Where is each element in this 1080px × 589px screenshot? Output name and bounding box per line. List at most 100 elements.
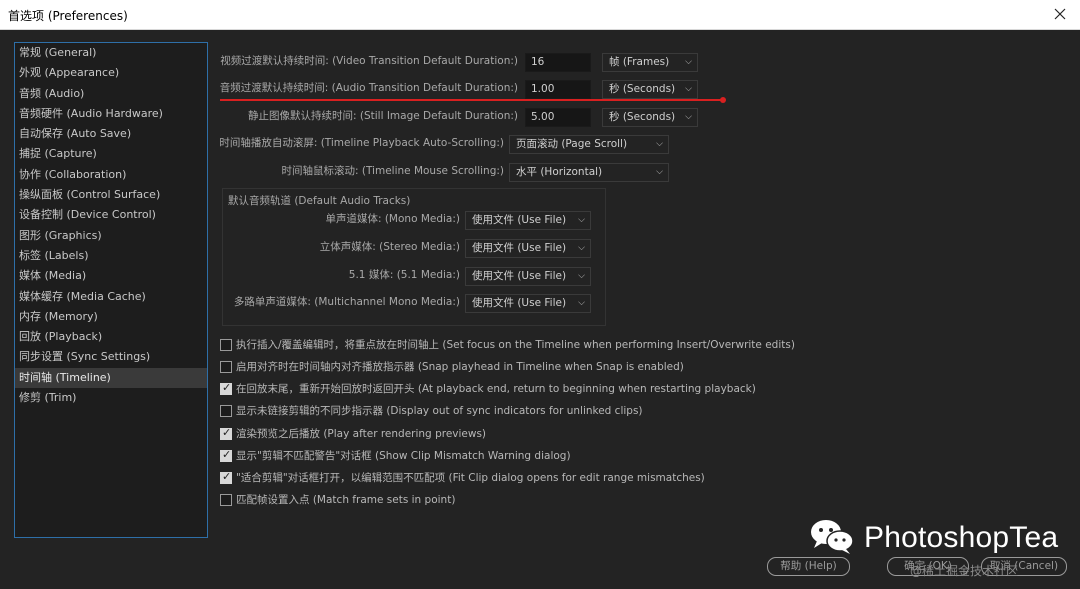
checkbox-label: 匹配帧设置入点 (Match frame sets in point) (236, 494, 456, 506)
checkbox-checked-icon[interactable] (220, 426, 232, 440)
checkbox-label: "适合剪辑"对话框打开，以编辑范围不匹配项 (Fit Clip dialog o… (236, 472, 705, 484)
mono-media-label: 单声道媒体: (Mono Media:) (325, 213, 460, 225)
video-transition-input[interactable]: 16 (525, 53, 591, 72)
chevron-down-icon: ⌵ (685, 57, 692, 67)
watermark-brand: PhotoshopTea (864, 520, 1059, 554)
video-transition-unit-value: 帧 (Frames) (609, 56, 670, 68)
mono-media-value: 使用文件 (Use File) (472, 214, 567, 226)
audio-transition-unit-select[interactable]: 秒 (Seconds) ⌵ (602, 80, 698, 99)
audio-transition-unit-value: 秒 (Seconds) (609, 83, 676, 95)
auto-scrolling-label: 时间轴播放自动滚屏: (Timeline Playback Auto-Scrol… (219, 137, 504, 149)
multichannel-mono-label: 多路单声道媒体: (Multichannel Mono Media:) (233, 296, 460, 308)
checkbox-checked-icon[interactable] (220, 470, 232, 484)
title-bar: 首选项 (Preferences) (0, 0, 1080, 30)
sidebar-item-control-surface[interactable]: 操纵面板 (Control Surface) (15, 185, 207, 205)
watermark-sub: @稀土掘金技术社区 (910, 564, 1019, 578)
wechat-icon (808, 516, 856, 559)
chevron-down-icon: ⌵ (685, 84, 692, 94)
surround-media-select[interactable]: 使用文件 (Use File) ⌵ (465, 267, 591, 286)
checkbox-focus-timeline[interactable]: 执行插入/覆盖编辑时，将重点放在时间轴上 (Set focus on the T… (220, 337, 795, 352)
sidebar-item-auto-save[interactable]: 自动保存 (Auto Save) (15, 124, 207, 144)
checkbox-label: 渲染预览之后播放 (Play after rendering previews) (236, 428, 487, 440)
sidebar-item-labels[interactable]: 标签 (Labels) (15, 246, 207, 266)
sidebar-item-memory[interactable]: 内存 (Memory) (15, 307, 207, 327)
auto-scrolling-value: 页面滚动 (Page Scroll) (516, 138, 628, 150)
multichannel-mono-select[interactable]: 使用文件 (Use File) ⌵ (465, 294, 591, 313)
stereo-media-select[interactable]: 使用文件 (Use File) ⌵ (465, 239, 591, 258)
audio-track-row: 5.1 媒体: (5.1 Media:) (222, 267, 460, 282)
audio-transition-input[interactable]: 1.00 (525, 80, 591, 99)
checkbox-icon[interactable] (220, 360, 232, 373)
chevron-down-icon: ⌵ (578, 243, 585, 253)
mouse-scrolling-select[interactable]: 水平 (Horizontal) ⌵ (509, 163, 669, 182)
stereo-media-label: 立体声媒体: (Stereo Media:) (319, 241, 460, 253)
checkbox-label: 执行插入/覆盖编辑时，将重点放在时间轴上 (Set focus on the T… (236, 339, 795, 351)
checkbox-icon[interactable] (220, 493, 232, 506)
window-title: 首选项 (Preferences) (8, 9, 128, 23)
sidebar-item-trim[interactable]: 修剪 (Trim) (15, 388, 207, 408)
video-transition-row: 视频过渡默认持续时间: (Video Transition Default Du… (218, 53, 518, 68)
sidebar-item-audio-hardware[interactable]: 音频硬件 (Audio Hardware) (15, 104, 207, 124)
checkbox-match-frame[interactable]: 匹配帧设置入点 (Match frame sets in point) (220, 492, 455, 507)
sidebar-item-device-control[interactable]: 设备控制 (Device Control) (15, 205, 207, 225)
sidebar-item-collaboration[interactable]: 协作 (Collaboration) (15, 165, 207, 185)
mouse-scrolling-value: 水平 (Horizontal) (516, 166, 603, 178)
video-transition-unit-select[interactable]: 帧 (Frames) ⌵ (602, 53, 698, 72)
still-image-unit-select[interactable]: 秒 (Seconds) ⌵ (602, 108, 698, 127)
checkbox-snap-playhead[interactable]: 启用对齐时在时间轴内对齐播放指示器 (Snap playhead in Time… (220, 359, 684, 374)
help-button[interactable]: 帮助 (Help) (767, 557, 850, 576)
checkbox-clip-mismatch[interactable]: 显示"剪辑不匹配警告"对话框 (Show Clip Mismatch Warni… (220, 448, 571, 463)
checkbox-checked-icon[interactable] (220, 448, 232, 462)
surround-media-value: 使用文件 (Use File) (472, 270, 567, 282)
sidebar-item-audio[interactable]: 音频 (Audio) (15, 84, 207, 104)
still-image-input[interactable]: 5.00 (525, 108, 591, 127)
audio-track-row: 单声道媒体: (Mono Media:) (222, 211, 460, 226)
chevron-down-icon: ⌵ (685, 112, 692, 122)
checkbox-out-of-sync[interactable]: 显示未链接剪辑的不同步指示器 (Display out of sync indi… (220, 403, 643, 418)
still-image-label: 静止图像默认持续时间: (Still Image Default Duratio… (247, 110, 518, 122)
preferences-category-list: 常规 (General) 外观 (Appearance) 音频 (Audio) … (14, 42, 208, 538)
mono-media-select[interactable]: 使用文件 (Use File) ⌵ (465, 211, 591, 230)
checkbox-label: 显示未链接剪辑的不同步指示器 (Display out of sync indi… (236, 405, 643, 417)
sidebar-item-timeline[interactable]: 时间轴 (Timeline) (15, 367, 207, 389)
sidebar-item-media-cache[interactable]: 媒体缓存 (Media Cache) (15, 287, 207, 307)
sidebar-item-graphics[interactable]: 图形 (Graphics) (15, 226, 207, 246)
sidebar-item-capture[interactable]: 捕捉 (Capture) (15, 144, 207, 164)
sidebar-item-media[interactable]: 媒体 (Media) (15, 266, 207, 286)
surround-media-label: 5.1 媒体: (5.1 Media:) (348, 269, 460, 281)
checkbox-checked-icon[interactable] (220, 381, 232, 395)
still-image-row: 静止图像默认持续时间: (Still Image Default Duratio… (218, 108, 518, 123)
checkbox-return-to-beginning[interactable]: 在回放末尾，重新开始回放时返回开头 (At playback end, retu… (220, 381, 756, 396)
sidebar-item-playback[interactable]: 回放 (Playback) (15, 327, 207, 347)
stereo-media-value: 使用文件 (Use File) (472, 242, 567, 254)
sidebar-item-general[interactable]: 常规 (General) (15, 43, 207, 63)
checkbox-fit-clip[interactable]: "适合剪辑"对话框打开，以编辑范围不匹配项 (Fit Clip dialog o… (220, 470, 705, 485)
close-icon[interactable] (1050, 4, 1070, 24)
auto-scrolling-row: 时间轴播放自动滚屏: (Timeline Playback Auto-Scrol… (218, 135, 504, 150)
video-transition-label: 视频过渡默认持续时间: (Video Transition Default Du… (220, 55, 518, 67)
watermark: PhotoshopTea (808, 516, 1058, 559)
checkbox-label: 显示"剪辑不匹配警告"对话框 (Show Clip Mismatch Warni… (236, 450, 571, 462)
checkbox-icon[interactable] (220, 338, 232, 351)
sidebar-item-appearance[interactable]: 外观 (Appearance) (15, 63, 207, 83)
still-image-unit-value: 秒 (Seconds) (609, 111, 676, 123)
chevron-down-icon: ⌵ (656, 139, 663, 149)
auto-scrolling-select[interactable]: 页面滚动 (Page Scroll) ⌵ (509, 135, 669, 154)
mouse-scrolling-row: 时间轴鼠标滚动: (Timeline Mouse Scrolling:) (218, 163, 504, 178)
checkbox-play-after-render[interactable]: 渲染预览之后播放 (Play after rendering previews) (220, 426, 486, 441)
sidebar-item-sync-settings[interactable]: 同步设置 (Sync Settings) (15, 347, 207, 367)
chevron-down-icon: ⌵ (656, 167, 663, 177)
mouse-scrolling-label: 时间轴鼠标滚动: (Timeline Mouse Scrolling:) (281, 165, 504, 177)
chevron-down-icon: ⌵ (578, 271, 585, 281)
checkbox-icon[interactable] (220, 404, 232, 417)
checkbox-label: 在回放末尾，重新开始回放时返回开头 (At playback end, retu… (236, 383, 756, 395)
audio-transition-row: 音频过渡默认持续时间: (Audio Transition Default Du… (218, 80, 518, 95)
audio-track-row: 立体声媒体: (Stereo Media:) (222, 239, 460, 254)
audio-transition-label: 音频过渡默认持续时间: (Audio Transition Default Du… (219, 82, 518, 94)
red-underline-annotation (220, 97, 726, 103)
chevron-down-icon: ⌵ (578, 298, 585, 308)
default-audio-tracks-title: 默认音频轨道 (Default Audio Tracks) (228, 195, 411, 207)
multichannel-mono-value: 使用文件 (Use File) (472, 297, 567, 309)
audio-track-row: 多路单声道媒体: (Multichannel Mono Media:) (222, 294, 460, 309)
chevron-down-icon: ⌵ (578, 215, 585, 225)
